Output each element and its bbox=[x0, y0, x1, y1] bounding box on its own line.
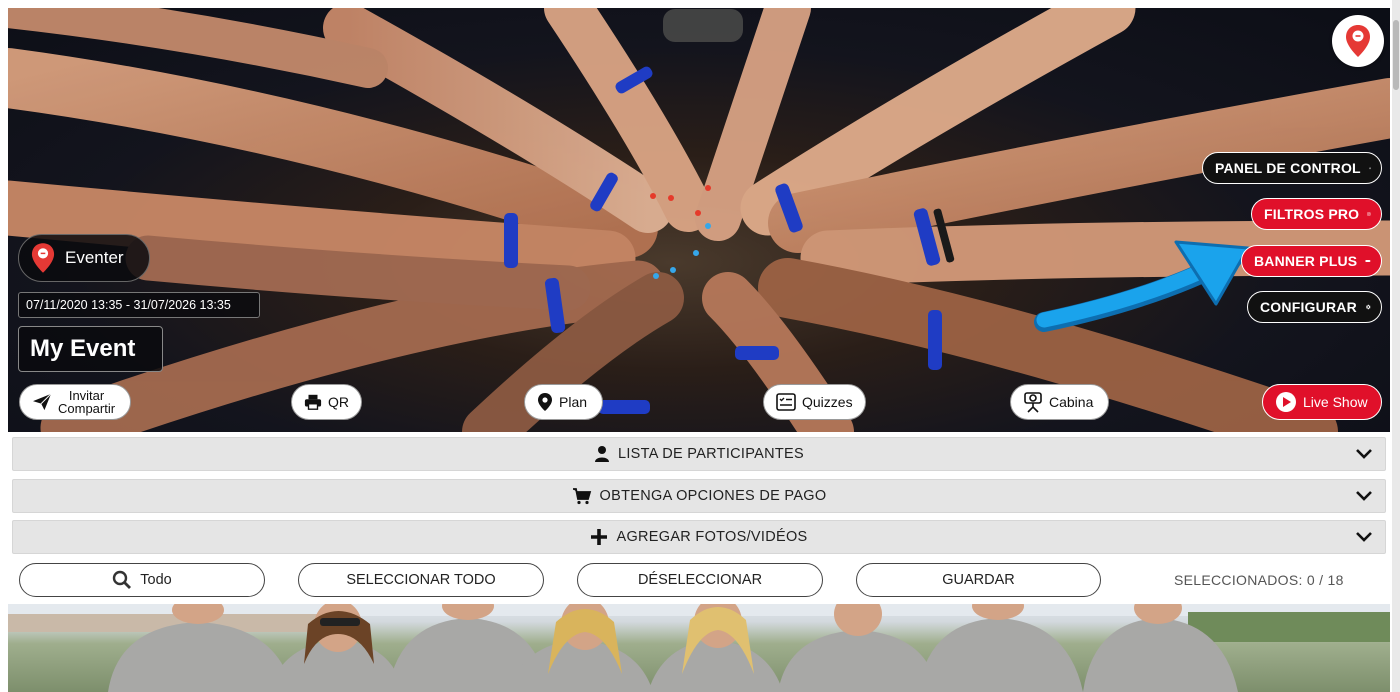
event-page: PANEL DE CONTROL FILTROS PRO BANNER PLUS bbox=[0, 0, 1400, 692]
pro-filters-button[interactable]: FILTROS PRO bbox=[1251, 198, 1382, 230]
cart-icon bbox=[572, 488, 591, 505]
cabina-label: Cabina bbox=[1049, 394, 1094, 410]
paper-plane-icon bbox=[33, 393, 52, 411]
filter-all-label: Todo bbox=[140, 572, 172, 588]
toggle-icon bbox=[1365, 259, 1371, 263]
configure-label: CONFIGURAR bbox=[1260, 299, 1357, 315]
configure-button[interactable]: CONFIGURAR bbox=[1247, 291, 1382, 323]
chevron-down-icon bbox=[1356, 449, 1372, 459]
cabina-button[interactable]: Cabina bbox=[1010, 384, 1109, 420]
search-icon bbox=[113, 570, 132, 589]
plan-button[interactable]: Plan bbox=[524, 384, 603, 420]
map-pin-logo-icon bbox=[31, 243, 55, 273]
pro-filters-label: FILTROS PRO bbox=[1264, 206, 1360, 222]
plus-icon bbox=[591, 529, 608, 545]
team-photo bbox=[8, 604, 1390, 692]
control-panel-button[interactable]: PANEL DE CONTROL bbox=[1202, 152, 1382, 184]
hands-together-photo bbox=[8, 8, 1390, 432]
save-label: GUARDAR bbox=[942, 572, 1015, 588]
qr-label: QR bbox=[328, 394, 349, 410]
invite-share-label: Invitar Compartir bbox=[58, 389, 115, 415]
play-icon bbox=[1276, 392, 1296, 412]
invite-share-button[interactable]: Invitar Compartir bbox=[19, 384, 131, 420]
share-label: Compartir bbox=[58, 401, 116, 416]
instagram-icon bbox=[1367, 212, 1371, 216]
plan-label: Plan bbox=[559, 394, 588, 410]
qr-button[interactable]: QR bbox=[291, 384, 362, 420]
event-cover-image: PANEL DE CONTROL FILTROS PRO BANNER PLUS bbox=[8, 8, 1390, 432]
participants-accordion[interactable]: LISTA DE PARTICIPANTES bbox=[12, 437, 1386, 471]
quizzes-label: Quizzes bbox=[802, 394, 853, 410]
blurred-tab bbox=[663, 9, 743, 42]
payment-options-accordion-label: OBTENGA OPCIONES DE PAGO bbox=[599, 488, 827, 504]
chevron-down-icon bbox=[1356, 491, 1372, 501]
selected-count: SELECCIONADOS: 0 / 18 bbox=[1174, 572, 1344, 588]
brand-name: Eventer bbox=[65, 248, 124, 267]
add-media-accordion[interactable]: AGREGAR FOTOS/VIDÉOS bbox=[12, 520, 1386, 554]
quiz-list-icon bbox=[776, 393, 796, 411]
participants-accordion-label: LISTA DE PARTICIPANTES bbox=[617, 446, 805, 462]
event-date-range: 07/11/2020 13:35 - 31/07/2026 13:35 bbox=[18, 292, 260, 318]
person-icon bbox=[594, 446, 609, 462]
map-pin-logo-icon bbox=[1346, 25, 1370, 57]
scrollbar-thumb[interactable] bbox=[1393, 20, 1399, 90]
page-scrollbar[interactable] bbox=[1392, 0, 1400, 692]
chevron-down-icon bbox=[1356, 532, 1372, 542]
photo-booth-icon bbox=[1024, 392, 1042, 413]
map-marker-icon bbox=[538, 393, 552, 411]
gear-icon bbox=[1366, 304, 1371, 310]
deselect-button[interactable]: DÉSELECCIONAR bbox=[577, 563, 823, 597]
event-title: My Event bbox=[18, 326, 163, 372]
banner-plus-button[interactable]: BANNER PLUS bbox=[1241, 245, 1382, 277]
save-button[interactable]: GUARDAR bbox=[856, 563, 1101, 597]
live-show-button[interactable]: Live Show bbox=[1262, 384, 1382, 420]
deselect-label: DÉSELECCIONAR bbox=[637, 572, 763, 588]
select-all-button[interactable]: SELECCIONAR TODO bbox=[298, 563, 544, 597]
eventer-brand-badge: Eventer bbox=[18, 234, 150, 282]
printer-icon bbox=[304, 394, 322, 410]
control-panel-label: PANEL DE CONTROL bbox=[1215, 160, 1361, 176]
add-media-accordion-label: AGREGAR FOTOS/VIDÉOS bbox=[616, 529, 808, 545]
quizzes-button[interactable]: Quizzes bbox=[763, 384, 866, 420]
payment-options-accordion[interactable]: OBTENGA OPCIONES DE PAGO bbox=[12, 479, 1386, 513]
banner-plus-label: BANNER PLUS bbox=[1254, 253, 1358, 269]
select-all-label: SELECCIONAR TODO bbox=[346, 572, 496, 588]
live-show-label: Live Show bbox=[1303, 394, 1368, 410]
chart-icon bbox=[1368, 167, 1371, 169]
group-photo-thumbnail[interactable] bbox=[8, 604, 1390, 692]
filter-all-button[interactable]: Todo bbox=[19, 563, 265, 597]
app-logo[interactable] bbox=[1332, 15, 1384, 67]
